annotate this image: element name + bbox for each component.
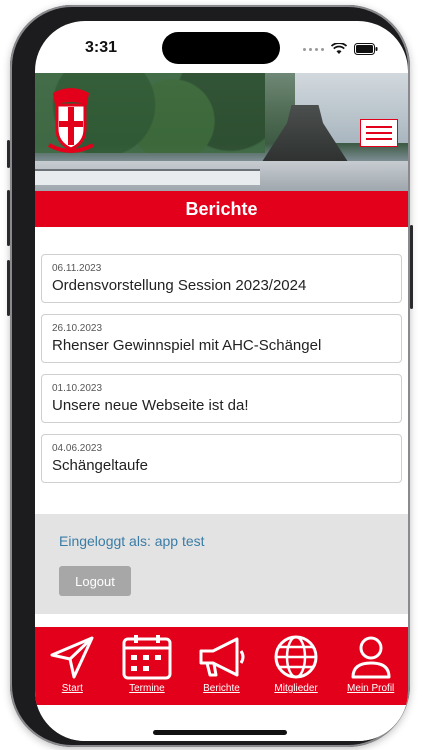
screen: 3:31 Berichte 06.11.2023 Ordensvorstellu… <box>35 21 408 741</box>
signal-icon <box>303 47 324 51</box>
wifi-icon <box>331 43 347 54</box>
tab-mitglieder[interactable]: Mitglieder <box>260 633 332 694</box>
club-crest-logo <box>48 88 94 153</box>
volume-up-button <box>7 190 10 246</box>
status-bar: 3:31 <box>35 21 408 73</box>
user-icon <box>351 636 391 679</box>
phone-frame: 3:31 Berichte 06.11.2023 Ordensvorstellu… <box>7 5 413 747</box>
status-icons <box>303 43 378 55</box>
menu-line <box>366 126 392 128</box>
tab-termine[interactable]: Termine <box>111 633 183 694</box>
report-title: Unsere neue Webseite ist da! <box>52 397 249 414</box>
menu-line <box>366 138 392 140</box>
report-card[interactable]: 06.11.2023 Ordensvorstellung Session 202… <box>41 254 402 303</box>
report-card[interactable]: 04.06.2023 Schängeltaufe <box>41 434 402 483</box>
hamburger-menu-button[interactable] <box>360 119 398 147</box>
logout-button[interactable]: Logout <box>59 566 131 596</box>
power-button <box>410 225 413 309</box>
report-title: Ordensvorstellung Session 2023/2024 <box>52 277 307 294</box>
navigation-arrow-icon <box>50 636 94 679</box>
volume-down-button <box>7 260 10 316</box>
report-card[interactable]: 01.10.2023 Unsere neue Webseite ist da! <box>41 374 402 423</box>
logged-in-text: Eingeloggt als: app test <box>59 533 205 549</box>
globe-icon <box>274 635 318 679</box>
menu-line <box>366 132 392 134</box>
login-status-panel: Eingeloggt als: app test Logout <box>35 514 408 614</box>
report-date: 26.10.2023 <box>52 323 103 334</box>
tab-start[interactable]: Start <box>36 633 108 694</box>
tab-label-berichte: Berichte <box>203 683 240 694</box>
page-title: Berichte <box>35 191 408 227</box>
megaphone-icon <box>199 637 245 677</box>
report-list: 06.11.2023 Ordensvorstellung Session 202… <box>41 254 402 494</box>
tab-label-termine: Termine <box>129 683 165 694</box>
report-card[interactable]: 26.10.2023 Rhenser Gewinnspiel mit AHC-S… <box>41 314 402 363</box>
report-date: 04.06.2023 <box>52 443 103 454</box>
header-banner <box>35 73 408 191</box>
mute-switch <box>7 140 10 168</box>
calendar-icon <box>122 635 172 680</box>
tab-label-mitglieder: Mitglieder <box>274 683 318 694</box>
status-time: 3:31 <box>85 39 118 56</box>
tab-label-start: Start <box>61 683 83 694</box>
report-date: 01.10.2023 <box>52 383 103 394</box>
bottom-safe-area <box>35 705 408 741</box>
report-date: 06.11.2023 <box>52 263 102 274</box>
report-title: Schängeltaufe <box>52 457 148 474</box>
tab-mein-profil[interactable]: Mein Profil <box>335 633 407 694</box>
battery-icon <box>354 43 378 55</box>
dynamic-island <box>162 32 280 64</box>
home-indicator[interactable] <box>153 730 287 735</box>
report-title: Rhenser Gewinnspiel mit AHC-Schängel <box>52 337 322 354</box>
bottom-tab-bar: Start Termine Berichte Mitglieder Mein P… <box>35 627 408 705</box>
tab-label-mein-profil: Mein Profil <box>347 683 395 694</box>
banner-ship <box>35 169 260 185</box>
tab-berichte[interactable]: Berichte <box>185 633 257 694</box>
